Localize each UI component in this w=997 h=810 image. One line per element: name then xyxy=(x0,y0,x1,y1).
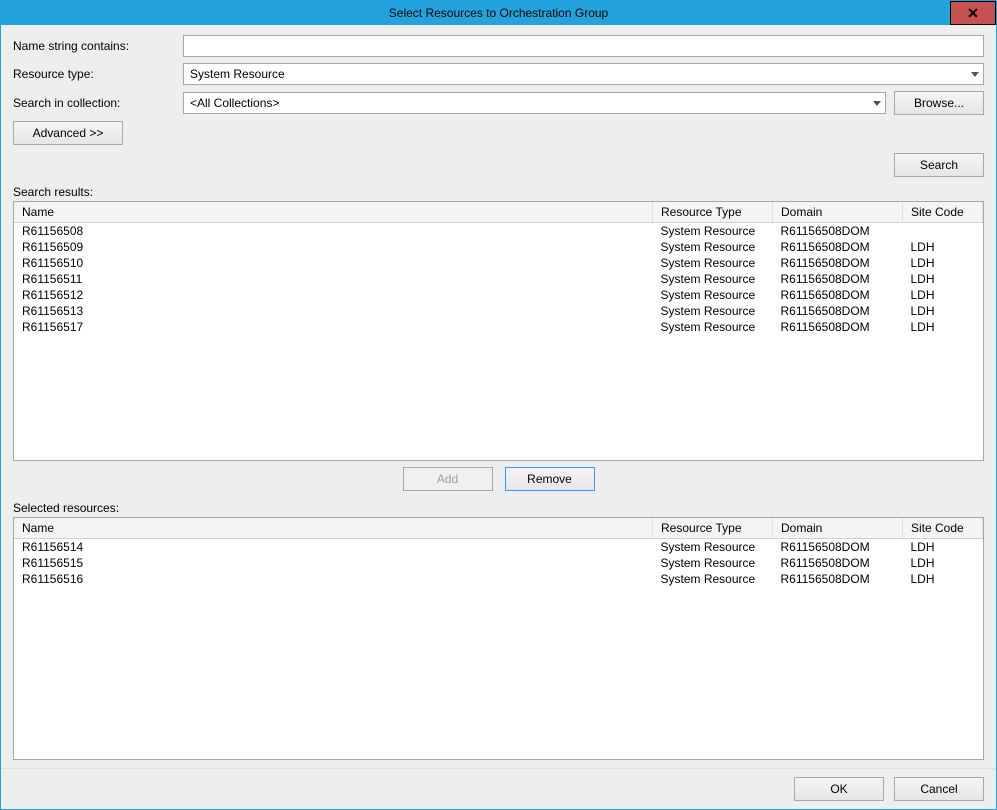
cell-rtype: System Resource xyxy=(653,555,773,571)
cell-site: LDH xyxy=(903,319,983,335)
cell-name: R61156515 xyxy=(14,555,653,571)
add-remove-row: Add Remove xyxy=(13,467,984,491)
selected-resources-list[interactable]: Name Resource Type Domain Site Code R611… xyxy=(13,517,984,760)
cell-domain: R61156508DOM xyxy=(773,303,903,319)
cell-domain: R61156508DOM xyxy=(773,223,903,240)
chevron-down-icon xyxy=(873,101,881,106)
cell-site xyxy=(903,223,983,240)
cell-domain: R61156508DOM xyxy=(773,539,903,556)
table-row[interactable]: R61156511System ResourceR61156508DOMLDH xyxy=(14,271,983,287)
table-row[interactable]: R61156515System ResourceR61156508DOMLDH xyxy=(14,555,983,571)
cell-rtype: System Resource xyxy=(653,271,773,287)
cell-site: LDH xyxy=(903,287,983,303)
selected-resources-table: Name Resource Type Domain Site Code R611… xyxy=(14,518,983,587)
cell-site: LDH xyxy=(903,255,983,271)
close-icon: ✕ xyxy=(967,5,979,22)
dialog-footer: OK Cancel xyxy=(1,768,996,809)
cell-domain: R61156508DOM xyxy=(773,319,903,335)
cell-name: R61156511 xyxy=(14,271,653,287)
col-site[interactable]: Site Code xyxy=(903,202,983,223)
collection-value: <All Collections> xyxy=(190,96,869,110)
resource-type-value: System Resource xyxy=(190,67,967,81)
cell-site: LDH xyxy=(903,539,983,556)
cell-domain: R61156508DOM xyxy=(773,287,903,303)
cell-name: R61156510 xyxy=(14,255,653,271)
advanced-button[interactable]: Advanced >> xyxy=(13,121,123,145)
search-results-label: Search results: xyxy=(13,185,984,199)
ok-button[interactable]: OK xyxy=(794,777,884,801)
content-area: Name string contains: Resource type: Sys… xyxy=(1,25,996,768)
cell-site: LDH xyxy=(903,239,983,255)
table-row[interactable]: R61156512System ResourceR61156508DOMLDH xyxy=(14,287,983,303)
name-filter-label: Name string contains: xyxy=(13,39,183,53)
cell-name: R61156512 xyxy=(14,287,653,303)
col-rtype[interactable]: Resource Type xyxy=(653,202,773,223)
resource-type-select[interactable]: System Resource xyxy=(183,63,984,85)
dialog-window: Select Resources to Orchestration Group … xyxy=(0,0,997,810)
cell-site: LDH xyxy=(903,555,983,571)
resource-type-row: Resource type: System Resource xyxy=(13,63,984,85)
cell-rtype: System Resource xyxy=(653,255,773,271)
cell-name: R61156517 xyxy=(14,319,653,335)
table-row[interactable]: R61156514System ResourceR61156508DOMLDH xyxy=(14,539,983,556)
close-button[interactable]: ✕ xyxy=(950,1,996,25)
table-header-row: Name Resource Type Domain Site Code xyxy=(14,518,983,539)
table-row[interactable]: R61156517System ResourceR61156508DOMLDH xyxy=(14,319,983,335)
window-title: Select Resources to Orchestration Group xyxy=(1,6,996,20)
cell-name: R61156513 xyxy=(14,303,653,319)
name-filter-row: Name string contains: xyxy=(13,35,984,57)
cell-site: LDH xyxy=(903,303,983,319)
cell-rtype: System Resource xyxy=(653,539,773,556)
cell-domain: R61156508DOM xyxy=(773,271,903,287)
cell-rtype: System Resource xyxy=(653,319,773,335)
search-results-list[interactable]: Name Resource Type Domain Site Code R611… xyxy=(13,201,984,461)
collection-label: Search in collection: xyxy=(13,96,183,110)
table-row[interactable]: R61156510System ResourceR61156508DOMLDH xyxy=(14,255,983,271)
table-row[interactable]: R61156513System ResourceR61156508DOMLDH xyxy=(14,303,983,319)
collection-select[interactable]: <All Collections> xyxy=(183,92,886,114)
cell-name: R61156508 xyxy=(14,223,653,240)
search-row: Search xyxy=(13,153,984,177)
browse-button[interactable]: Browse... xyxy=(894,91,984,115)
col-name[interactable]: Name xyxy=(14,518,653,539)
cell-site: LDH xyxy=(903,271,983,287)
col-rtype[interactable]: Resource Type xyxy=(653,518,773,539)
cell-rtype: System Resource xyxy=(653,223,773,240)
table-row[interactable]: R61156516System ResourceR61156508DOMLDH xyxy=(14,571,983,587)
cell-rtype: System Resource xyxy=(653,571,773,587)
table-row[interactable]: R61156508System ResourceR61156508DOM xyxy=(14,223,983,240)
col-site[interactable]: Site Code xyxy=(903,518,983,539)
cell-name: R61156509 xyxy=(14,239,653,255)
cell-rtype: System Resource xyxy=(653,303,773,319)
cell-domain: R61156508DOM xyxy=(773,255,903,271)
add-button: Add xyxy=(403,467,493,491)
resource-type-label: Resource type: xyxy=(13,67,183,81)
cell-domain: R61156508DOM xyxy=(773,555,903,571)
cell-domain: R61156508DOM xyxy=(773,571,903,587)
cell-rtype: System Resource xyxy=(653,239,773,255)
cancel-button[interactable]: Cancel xyxy=(894,777,984,801)
table-row[interactable]: R61156509System ResourceR61156508DOMLDH xyxy=(14,239,983,255)
selected-resources-label: Selected resources: xyxy=(13,501,984,515)
advanced-row: Advanced >> xyxy=(13,121,984,145)
cell-domain: R61156508DOM xyxy=(773,239,903,255)
name-filter-input[interactable] xyxy=(183,35,984,57)
collection-row: Search in collection: <All Collections> … xyxy=(13,91,984,115)
col-domain[interactable]: Domain xyxy=(773,518,903,539)
col-domain[interactable]: Domain xyxy=(773,202,903,223)
table-header-row: Name Resource Type Domain Site Code xyxy=(14,202,983,223)
cell-rtype: System Resource xyxy=(653,287,773,303)
chevron-down-icon xyxy=(971,72,979,77)
cell-name: R61156514 xyxy=(14,539,653,556)
remove-button[interactable]: Remove xyxy=(505,467,595,491)
cell-site: LDH xyxy=(903,571,983,587)
col-name[interactable]: Name xyxy=(14,202,653,223)
titlebar: Select Resources to Orchestration Group … xyxy=(1,1,996,25)
search-results-table: Name Resource Type Domain Site Code R611… xyxy=(14,202,983,335)
cell-name: R61156516 xyxy=(14,571,653,587)
search-button[interactable]: Search xyxy=(894,153,984,177)
